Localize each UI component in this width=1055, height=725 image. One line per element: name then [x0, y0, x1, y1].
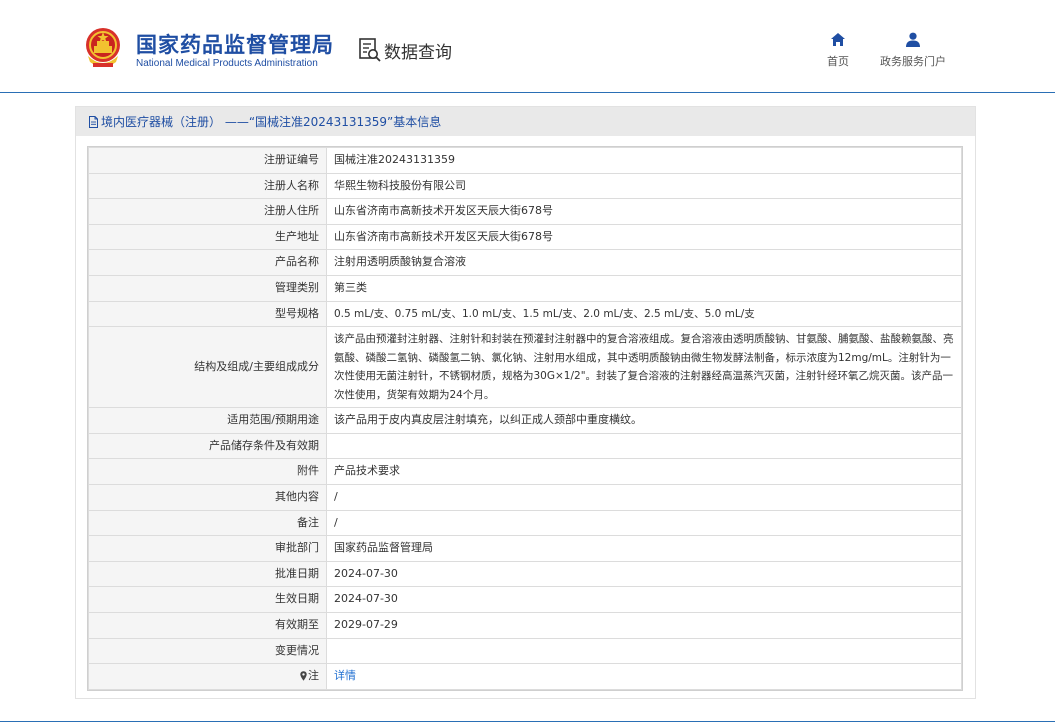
- field-value: 该产品由预灌封注射器、注射针和封装在预灌封注射器中的复合溶液组成。复合溶液由透明…: [326, 326, 962, 409]
- field-label: 产品储存条件及有效期: [88, 432, 327, 460]
- field-label: 注: [308, 669, 319, 683]
- panel-title: 境内医疗器械（注册） ——“国械注准20243131359”基本信息: [101, 115, 442, 129]
- field-label: 适用范围/预期用途: [88, 407, 327, 434]
- field-label: 型号规格: [88, 300, 327, 328]
- field-value: 0.5 mL/支、0.75 mL/支、1.0 mL/支、1.5 mL/支、2.0…: [326, 300, 962, 328]
- field-label: 批准日期: [88, 560, 327, 588]
- field-label: 管理类别: [88, 274, 327, 302]
- field-value: 山东省济南市高新技术开发区天辰大街678号: [326, 223, 962, 251]
- table-row: 生产地址 山东省济南市高新技术开发区天辰大街678号: [88, 223, 962, 251]
- table-row: 批准日期 2024-07-30: [88, 560, 962, 588]
- field-value: 2024-07-30: [326, 586, 962, 613]
- document-icon: [89, 115, 98, 128]
- national-emblem-icon: [86, 28, 120, 67]
- footer-divider: [0, 721, 1055, 722]
- table-row: 审批部门 国家药品监督管理局: [88, 535, 962, 562]
- field-label: 结构及组成/主要组成成分: [88, 326, 327, 409]
- field-value: 2029-07-29: [326, 611, 962, 639]
- field-value: [326, 432, 962, 460]
- field-label: 注册人住所: [88, 198, 327, 225]
- field-label: 其他内容: [88, 483, 327, 511]
- table-row: 备注 /: [88, 509, 962, 537]
- location-pin-icon: [300, 671, 307, 681]
- field-label: 有效期至: [88, 611, 327, 639]
- details-link[interactable]: 详情: [334, 669, 356, 682]
- field-label: 注册证编号: [88, 147, 327, 174]
- table-row: 产品储存条件及有效期: [88, 432, 962, 460]
- detail-panel: 境内医疗器械（注册） ——“国械注准20243131359”基本信息 注册证编号…: [75, 106, 976, 699]
- field-label: 产品名称: [88, 249, 327, 276]
- nav-home-label: 首页: [827, 55, 849, 68]
- table-row: 生效日期 2024-07-30: [88, 586, 962, 613]
- table-row: 注册证编号 国械注准20243131359: [88, 147, 962, 174]
- header-divider: [0, 92, 1055, 93]
- detail-table: 注册证编号 国械注准20243131359 注册人名称 华熙生物科技股份有限公司…: [87, 146, 963, 691]
- table-row: 变更情况: [88, 637, 962, 665]
- field-value: /: [326, 483, 962, 511]
- field-value: 国家药品监督管理局: [326, 535, 962, 562]
- nav-service-portal-label: 政务服务门户: [880, 55, 946, 68]
- field-label: 变更情况: [88, 637, 327, 665]
- field-value: 产品技术要求: [326, 458, 962, 485]
- user-icon: [906, 32, 920, 47]
- nav-service-portal[interactable]: 政务服务门户: [874, 32, 952, 69]
- field-value: 山东省济南市高新技术开发区天辰大街678号: [326, 198, 962, 225]
- field-value: 第三类: [326, 274, 962, 302]
- field-label: 备注: [88, 509, 327, 537]
- field-label: 生效日期: [88, 586, 327, 613]
- field-label: 生产地址: [88, 223, 327, 251]
- field-value: 国械注准20243131359: [326, 147, 962, 174]
- field-value: [326, 637, 962, 665]
- table-row: 有效期至 2029-07-29: [88, 611, 962, 639]
- search-document-icon: [359, 38, 381, 62]
- table-row: 产品名称 注射用透明质酸钠复合溶液: [88, 249, 962, 276]
- field-value: 华熙生物科技股份有限公司: [326, 172, 962, 200]
- table-row: 其他内容 /: [88, 483, 962, 511]
- data-query-link[interactable]: 数据查询: [358, 37, 452, 63]
- brand-name-cn: 国家药品监督管理局: [136, 33, 334, 57]
- field-label: 审批部门: [88, 535, 327, 562]
- table-row: 型号规格 0.5 mL/支、0.75 mL/支、1.0 mL/支、1.5 mL/…: [88, 300, 962, 328]
- field-value: 该产品用于皮内真皮层注射填充，以纠正成人颈部中重度横纹。: [326, 407, 962, 434]
- table-row: 注册人名称 华熙生物科技股份有限公司: [88, 172, 962, 200]
- table-row: 管理类别 第三类: [88, 274, 962, 302]
- field-value: 注射用透明质酸钠复合溶液: [326, 249, 962, 276]
- field-value: 2024-07-30: [326, 560, 962, 588]
- table-row: 注册人住所 山东省济南市高新技术开发区天辰大街678号: [88, 198, 962, 225]
- field-label: 附件: [88, 458, 327, 485]
- home-icon: [831, 33, 845, 46]
- table-row: 结构及组成/主要组成成分 该产品由预灌封注射器、注射针和封装在预灌封注射器中的复…: [88, 326, 962, 409]
- panel-header: 境内医疗器械（注册） ——“国械注准20243131359”基本信息: [76, 107, 975, 136]
- field-value: /: [326, 509, 962, 537]
- table-row: 附件 产品技术要求: [88, 458, 962, 485]
- table-row: 适用范围/预期用途 该产品用于皮内真皮层注射填充，以纠正成人颈部中重度横纹。: [88, 407, 962, 434]
- field-label: 注册人名称: [88, 172, 327, 200]
- note-label-cell: 注: [88, 663, 327, 690]
- nav-home[interactable]: 首页: [820, 32, 856, 69]
- site-header: 国家药品监督管理局 National Medical Products Admi…: [0, 0, 1055, 92]
- data-query-label: 数据查询: [384, 42, 452, 63]
- brand-name-en: National Medical Products Administration: [136, 58, 318, 69]
- table-row: 注 详情: [88, 663, 962, 690]
